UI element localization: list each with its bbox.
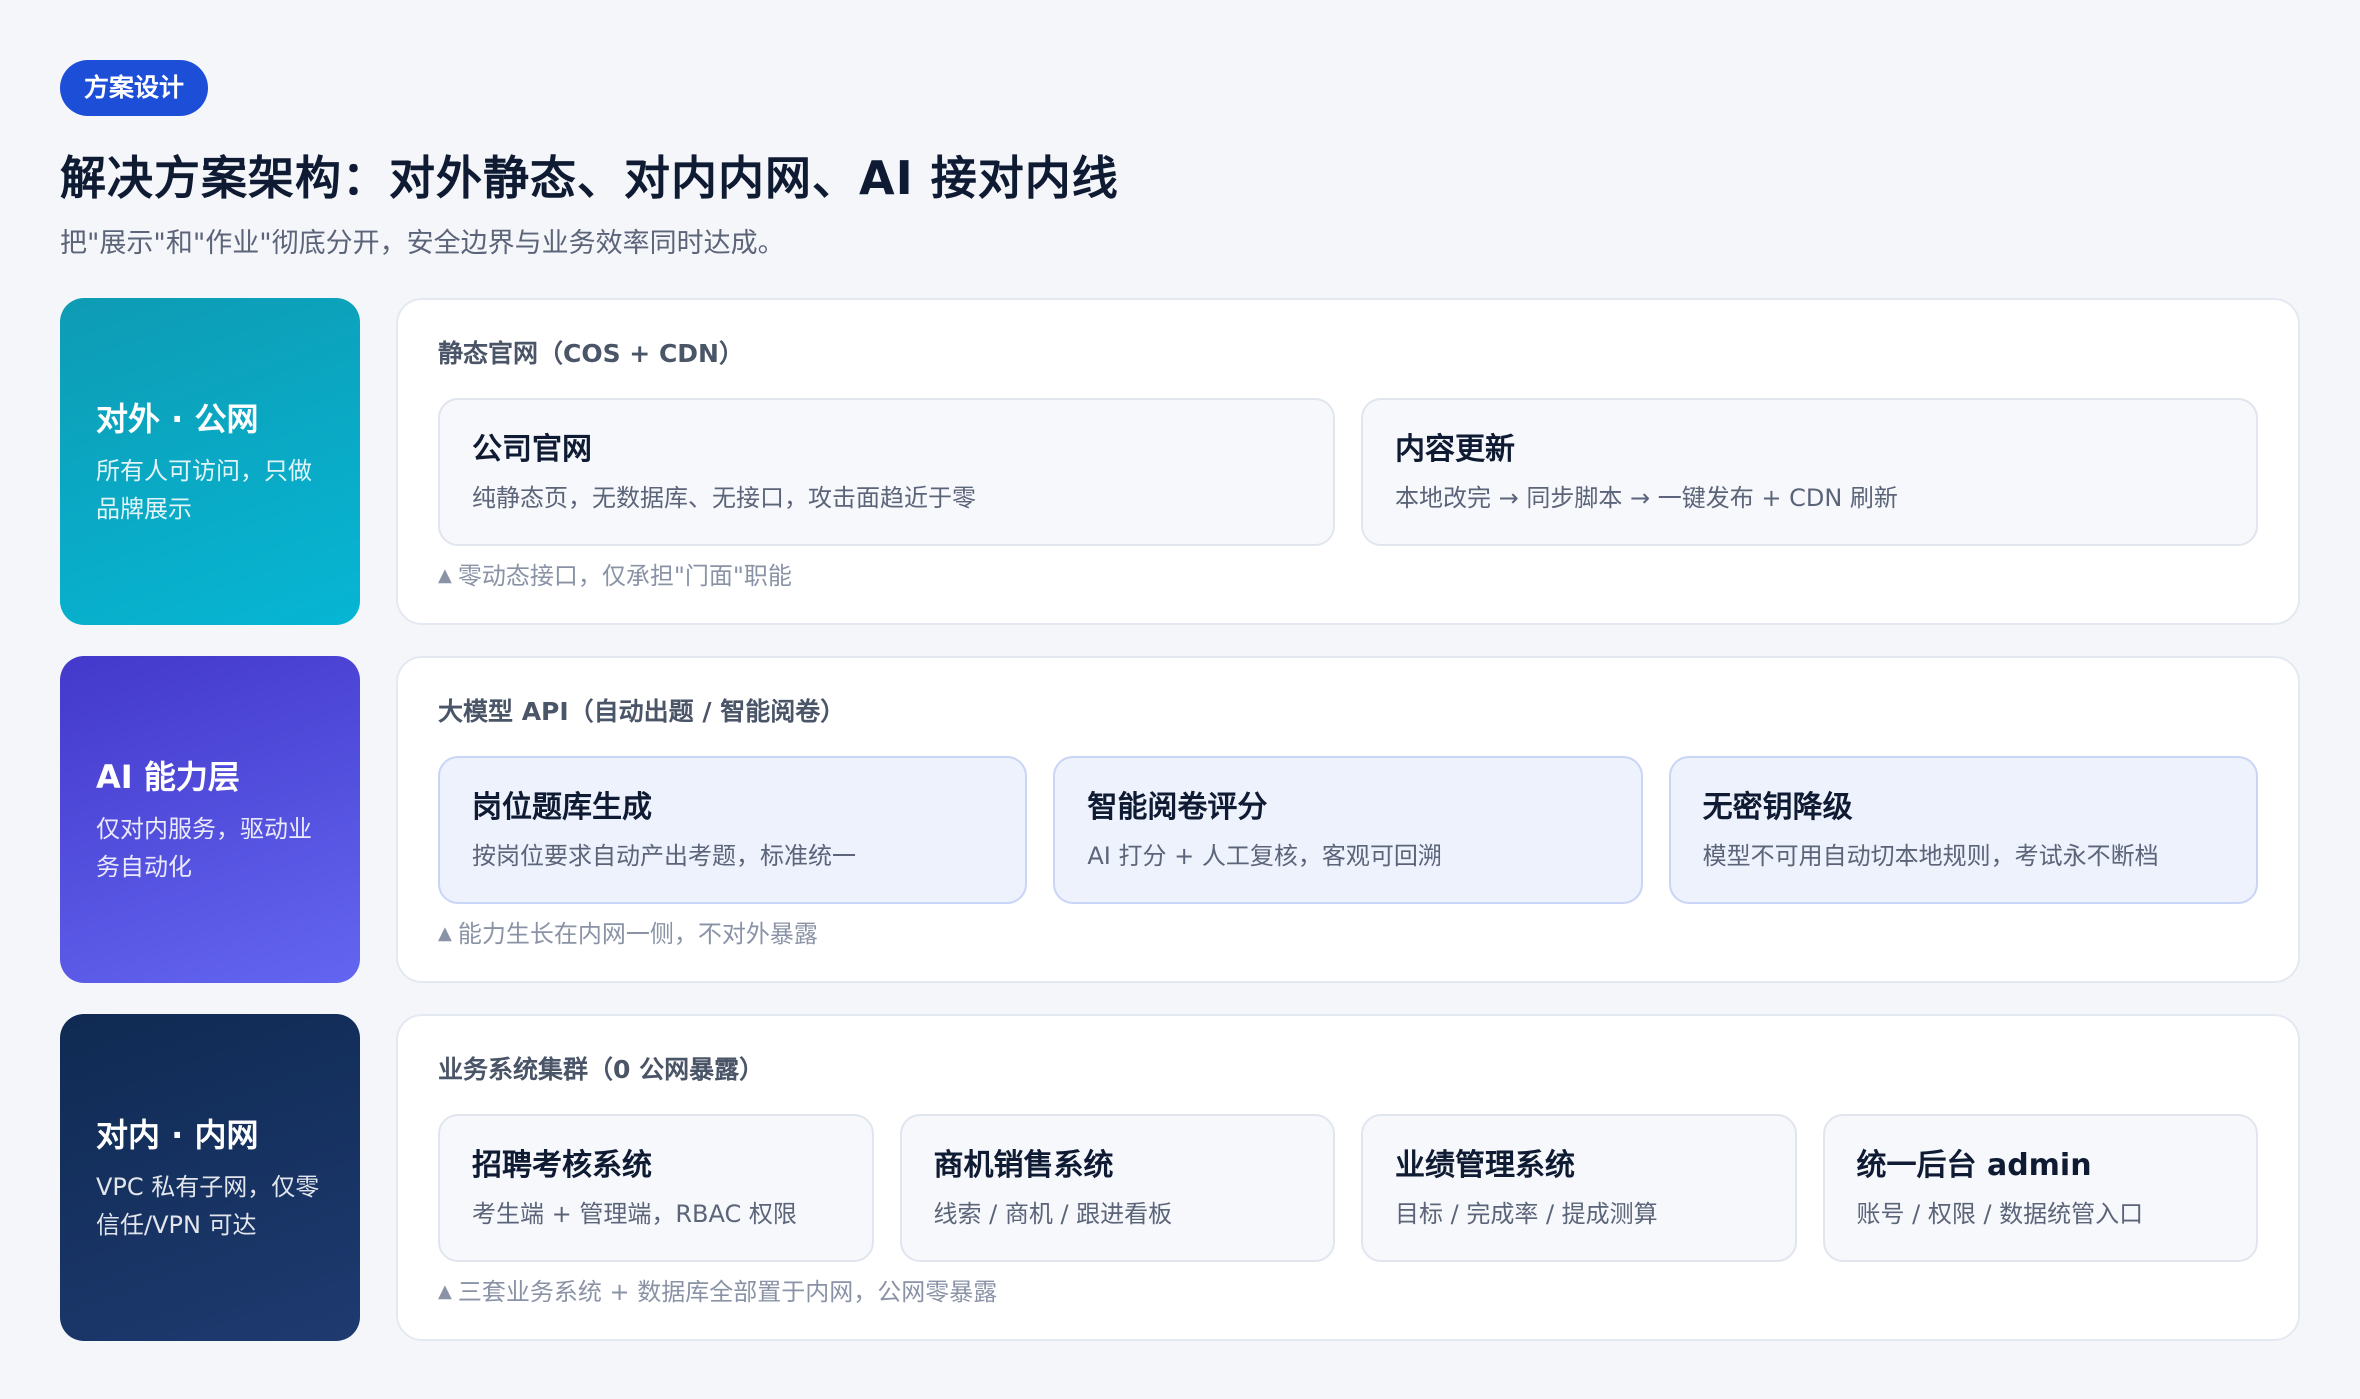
panel-label: 大模型 API（自动出题 / 智能阅卷）: [438, 697, 846, 726]
card-title: 招聘考核系统: [472, 1148, 652, 1183]
panel-note: ▲ 能力生长在内网一侧，不对外暴露: [438, 916, 2258, 952]
card-group: 招聘考核系统 考生端 + 管理端，RBAC 权限 商机销售系统 线索 / 商机 …: [438, 1114, 2258, 1262]
card-title: 无密钥降级: [1702, 790, 1853, 825]
layer-title: AI 能力层: [96, 757, 240, 796]
note-text: 零动态接口，仅承担"门面"职能: [457, 562, 792, 590]
layer-label-public: 对外 · 公网 所有人可访问，只做品牌展示: [60, 298, 360, 625]
card-title: 智能阅卷评分: [1087, 790, 1268, 825]
card-title: 内容更新: [1395, 432, 1515, 467]
card-description: 模型不可用自动切本地规则，考试永不断档: [1702, 842, 2159, 870]
layer-label-ai: AI 能力层 仅对内服务，驱动业务自动化: [60, 656, 360, 983]
layer-description: 所有人可访问，只做品牌展示: [96, 456, 312, 523]
panel-label: 业务系统集群（0 公网暴露）: [438, 1055, 765, 1084]
card-description: AI 打分 + 人工复核，客观可回溯: [1087, 842, 1442, 870]
card-group: 公司官网 纯静态页，无数据库、无接口，攻击面趋近于零 内容更新 本地改完 → 同…: [438, 398, 2258, 546]
panel-label: 静态官网（COS + CDN）: [438, 339, 744, 368]
card-description: 线索 / 商机 / 跟进看板: [933, 1200, 1173, 1228]
card-description: 本地改完 → 同步脚本 → 一键发布 + CDN 刷新: [1395, 484, 1898, 512]
card-admin-console: 统一后台 admin 账号 / 权限 / 数据统管入口: [1822, 1114, 2258, 1262]
layer-title: 对外 · 公网: [96, 399, 259, 438]
page-subtitle: 把"展示"和"作业"彻底分开，安全边界与业务效率同时达成。: [60, 228, 785, 259]
layer-title: 对内 · 内网: [96, 1115, 259, 1154]
layer-row-public: 对外 · 公网 所有人可访问，只做品牌展示 静态官网（COS + CDN） 公司…: [60, 298, 2300, 625]
panel-note: ▲ 零动态接口，仅承担"门面"职能: [438, 558, 2258, 594]
card-sales-system: 商机销售系统 线索 / 商机 / 跟进看板: [899, 1114, 1335, 1262]
card-content-update: 内容更新 本地改完 → 同步脚本 → 一键发布 + CDN 刷新: [1361, 398, 2258, 546]
layer-rows: 对外 · 公网 所有人可访问，只做品牌展示 静态官网（COS + CDN） 公司…: [60, 298, 2300, 1372]
triangle-up-icon: ▲: [438, 923, 452, 944]
architecture-slide: 方案设计 解决方案架构：对外静态、对内内网、AI 接对内线 把"展示"和"作业"…: [0, 0, 2360, 1399]
card-title: 商机销售系统: [933, 1148, 1114, 1183]
layer-label-internal: 对内 · 内网 VPC 私有子网，仅零信任/VPN 可达: [60, 1014, 360, 1341]
note-text: 能力生长在内网一侧，不对外暴露: [457, 920, 818, 948]
card-keyless-fallback: 无密钥降级 模型不可用自动切本地规则，考试永不断档: [1668, 756, 2258, 904]
note-text: 三套业务系统 + 数据库全部置于内网，公网零暴露: [457, 1278, 998, 1306]
card-smart-grading: 智能阅卷评分 AI 打分 + 人工复核，客观可回溯: [1053, 756, 1643, 904]
card-description: 考生端 + 管理端，RBAC 权限: [472, 1200, 797, 1228]
card-recruitment-system: 招聘考核系统 考生端 + 管理端，RBAC 权限: [438, 1114, 874, 1262]
card-description: 目标 / 完成率 / 提成测算: [1395, 1200, 1658, 1228]
card-title: 岗位题库生成: [472, 790, 652, 825]
triangle-up-icon: ▲: [438, 1281, 452, 1302]
card-title: 公司官网: [472, 432, 592, 467]
card-description: 纯静态页，无数据库、无接口，攻击面趋近于零: [472, 484, 976, 512]
layer-description: VPC 私有子网，仅零信任/VPN 可达: [96, 1172, 320, 1239]
card-description: 按岗位要求自动产出考题，标准统一: [472, 842, 856, 870]
triangle-up-icon: ▲: [438, 565, 452, 586]
card-group: 岗位题库生成 按岗位要求自动产出考题，标准统一 智能阅卷评分 AI 打分 + 人…: [438, 756, 2258, 904]
section-badge: 方案设计: [60, 60, 209, 116]
card-company-website: 公司官网 纯静态页，无数据库、无接口，攻击面趋近于零: [438, 398, 1335, 546]
layer-panel-public: 静态官网（COS + CDN） 公司官网 纯静态页，无数据库、无接口，攻击面趋近…: [396, 298, 2300, 625]
layer-row-ai: AI 能力层 仅对内服务，驱动业务自动化 大模型 API（自动出题 / 智能阅卷…: [60, 656, 2300, 983]
layer-panel-ai: 大模型 API（自动出题 / 智能阅卷） 岗位题库生成 按岗位要求自动产出考题，…: [396, 656, 2300, 983]
card-title: 统一后台 admin: [1856, 1148, 2092, 1183]
page-title: 解决方案架构：对外静态、对内内网、AI 接对内线: [60, 151, 1119, 205]
card-title: 业绩管理系统: [1395, 1148, 1575, 1183]
layer-description: 仅对内服务，驱动业务自动化: [96, 814, 312, 881]
layer-row-internal: 对内 · 内网 VPC 私有子网，仅零信任/VPN 可达 业务系统集群（0 公网…: [60, 1014, 2300, 1341]
layer-panel-internal: 业务系统集群（0 公网暴露） 招聘考核系统 考生端 + 管理端，RBAC 权限 …: [396, 1014, 2300, 1341]
card-performance-system: 业绩管理系统 目标 / 完成率 / 提成测算: [1361, 1114, 1797, 1262]
card-description: 账号 / 权限 / 数据统管入口: [1856, 1200, 2144, 1228]
card-question-bank: 岗位题库生成 按岗位要求自动产出考题，标准统一: [438, 756, 1028, 904]
panel-note: ▲ 三套业务系统 + 数据库全部置于内网，公网零暴露: [438, 1274, 2258, 1310]
